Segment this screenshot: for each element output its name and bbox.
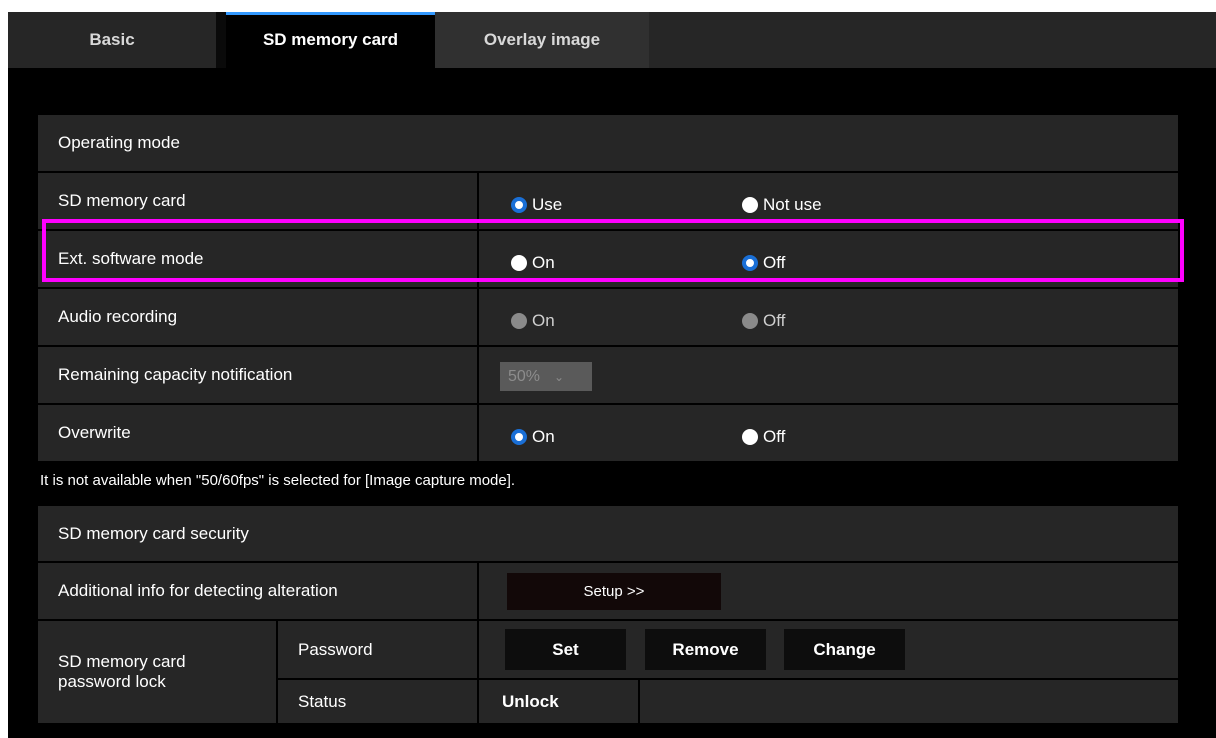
password-lock-label: SD memory card password lock bbox=[38, 621, 276, 723]
radio-label: Off bbox=[763, 311, 786, 330]
status-empty-cell bbox=[640, 680, 1178, 723]
additional-info-label: Additional info for detecting alteration bbox=[38, 563, 477, 619]
tab-basic[interactable]: Basic bbox=[8, 12, 216, 68]
operating-mode-header: Operating mode bbox=[38, 115, 1178, 171]
radio-label: Not use bbox=[763, 195, 822, 214]
audio-recording-off-radio: Off bbox=[742, 311, 785, 331]
ext-software-mode-options bbox=[479, 231, 1178, 287]
overwrite-options bbox=[479, 405, 1178, 461]
audio-recording-on-radio: On bbox=[511, 311, 555, 331]
radio-label: Use bbox=[532, 195, 563, 214]
audio-recording-options bbox=[479, 289, 1178, 345]
tab-separator bbox=[216, 12, 226, 68]
tab-overlay-image[interactable]: Overlay image bbox=[435, 12, 649, 68]
tab-bar: Basic SD memory card Overlay image bbox=[8, 12, 1216, 68]
sd-memory-card-options bbox=[479, 173, 1178, 229]
radio-unselected-icon bbox=[511, 255, 527, 271]
sd-memory-card-not-use-radio[interactable]: Not use bbox=[742, 195, 822, 215]
radio-disabled-icon bbox=[511, 313, 527, 329]
remove-password-button[interactable]: Remove bbox=[645, 629, 766, 670]
radio-label: Off bbox=[763, 253, 786, 272]
status-label: Status bbox=[278, 680, 477, 723]
tab-sd-memory-card[interactable]: SD memory card bbox=[226, 12, 435, 68]
ext-software-mode-off-radio[interactable]: Off bbox=[742, 253, 785, 273]
password-lock-label-line1: SD memory card bbox=[58, 652, 186, 671]
ext-software-mode-on-radio[interactable]: On bbox=[511, 253, 555, 273]
remaining-capacity-label: Remaining capacity notification bbox=[38, 347, 477, 403]
radio-label: On bbox=[532, 311, 555, 330]
change-password-button[interactable]: Change bbox=[784, 629, 905, 670]
radio-selected-icon bbox=[742, 255, 758, 271]
overwrite-label: Overwrite bbox=[38, 405, 477, 461]
radio-unselected-icon bbox=[742, 197, 758, 213]
radio-selected-icon bbox=[511, 429, 527, 445]
ext-software-mode-label: Ext. software mode bbox=[38, 231, 477, 287]
password-lock-label-line2: password lock bbox=[58, 672, 166, 691]
sd-memory-card-label: SD memory card bbox=[38, 173, 477, 229]
status-value: Unlock bbox=[479, 680, 638, 723]
radio-unselected-icon bbox=[742, 429, 758, 445]
radio-selected-icon bbox=[511, 197, 527, 213]
set-password-button[interactable]: Set bbox=[505, 629, 626, 670]
overwrite-on-radio[interactable]: On bbox=[511, 427, 555, 447]
radio-disabled-icon bbox=[742, 313, 758, 329]
chevron-down-icon: ⌄ bbox=[554, 369, 565, 384]
select-value: 50% bbox=[508, 367, 541, 385]
audio-recording-label: Audio recording bbox=[38, 289, 477, 345]
sd-security-header: SD memory card security bbox=[38, 506, 1178, 561]
overwrite-off-radio[interactable]: Off bbox=[742, 427, 785, 447]
setup-button[interactable]: Setup >> bbox=[507, 573, 721, 610]
radio-label: Off bbox=[763, 427, 786, 446]
radio-label: On bbox=[532, 427, 555, 446]
sd-memory-card-use-radio[interactable]: Use bbox=[511, 195, 562, 215]
capture-mode-note: It is not available when "50/60fps" is s… bbox=[40, 472, 516, 489]
radio-label: On bbox=[532, 253, 555, 272]
password-label: Password bbox=[278, 621, 477, 678]
remaining-capacity-select: 50% ⌄ bbox=[500, 362, 592, 391]
